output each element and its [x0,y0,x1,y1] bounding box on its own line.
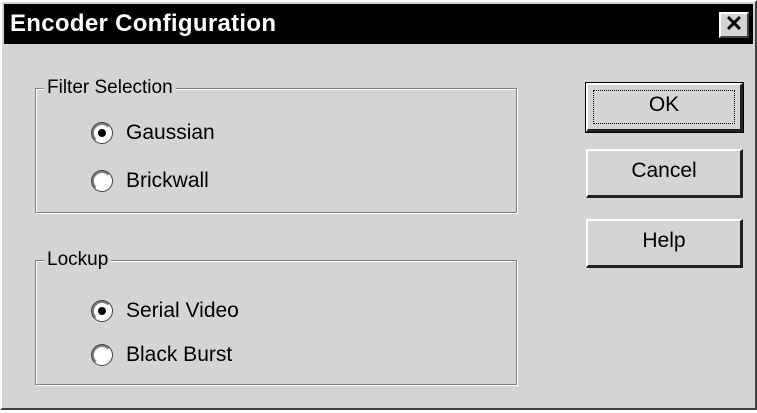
radio-brickwall[interactable]: Brickwall [92,167,209,195]
close-icon: ✕ [724,11,744,36]
radio-selected-dot [98,129,106,137]
radio-button-icon[interactable] [92,345,112,365]
radio-black-burst[interactable]: Black Burst [92,341,232,369]
window-title: Encoder Configuration [10,10,277,37]
help-button-label: Help [642,229,686,252]
encoder-configuration-dialog: Encoder Configuration ✕ Filter Selection… [0,0,757,410]
help-button[interactable]: Help [586,219,743,268]
radio-button-icon[interactable] [92,123,112,143]
radio-button-icon[interactable] [92,171,112,191]
filter-selection-legend: Filter Selection [44,76,176,100]
radio-selected-dot [98,307,106,315]
ok-button[interactable]: OK [585,82,744,133]
close-button[interactable]: ✕ [719,12,749,38]
focus-rectangle [593,90,735,124]
filter-selection-group: Filter Selection Gaussian Brickwall [35,76,517,213]
radio-label-serial-video: Serial Video [126,299,239,322]
radio-button-icon[interactable] [92,301,112,321]
radio-label-black-burst: Black Burst [126,343,233,366]
radio-label-brickwall: Brickwall [126,169,209,192]
cancel-button-label: Cancel [631,159,697,182]
cancel-button[interactable]: Cancel [586,149,743,198]
radio-serial-video[interactable]: Serial Video [92,297,239,325]
lockup-legend: Lockup [44,248,112,272]
title-bar[interactable]: Encoder Configuration ✕ [4,4,753,44]
radio-gaussian[interactable]: Gaussian [92,119,215,147]
radio-label-gaussian: Gaussian [126,121,215,144]
lockup-group: Lockup Serial Video Black Burst [35,248,517,385]
